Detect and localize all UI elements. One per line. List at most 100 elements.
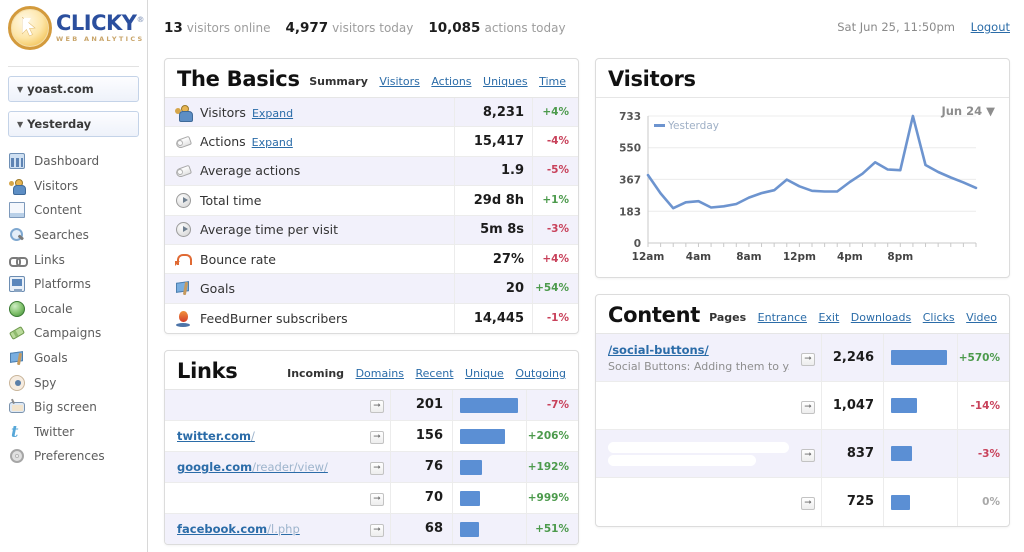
link-url[interactable]: facebook.com/l.php: [177, 522, 300, 536]
list-item[interactable]: ➞ 1,047 -14%: [596, 382, 1009, 430]
sidebar-item-spy[interactable]: Spy: [0, 370, 147, 395]
links-panel-header: Links Incoming Domains Recent Unique Out…: [165, 351, 578, 390]
link-url[interactable]: google.com/reader/view/: [177, 460, 328, 474]
list-item[interactable]: ➞ 70 +999%: [165, 483, 578, 514]
expand-link[interactable]: Expand: [252, 107, 293, 120]
arrow-right-icon[interactable]: ➞: [370, 493, 384, 506]
logo[interactable]: CLICKY® WEB ANALYTICS: [0, 0, 147, 62]
table-row[interactable]: Average time per visit 5m 8s -3%: [165, 216, 578, 245]
sidebar-item-big-screen[interactable]: Big screen: [0, 395, 147, 420]
open-link-button[interactable]: ➞: [795, 398, 821, 414]
open-link-button[interactable]: ➞: [364, 521, 390, 537]
table-row[interactable]: Total time 29d 8h +1%: [165, 186, 578, 215]
open-link-button[interactable]: ➞: [795, 494, 821, 510]
content-change: -14%: [957, 382, 1009, 429]
table-row[interactable]: ActionsExpand 15,417 -4%: [165, 127, 578, 156]
chart-date-selector[interactable]: Jun 24 ▼: [941, 104, 995, 118]
tab-exit[interactable]: Exit: [818, 311, 839, 324]
list-item[interactable]: /social-buttons/ Social Buttons: Adding …: [596, 334, 1009, 382]
eye-icon: [9, 375, 25, 391]
table-row[interactable]: VisitorsExpand 8,231 +4%: [165, 98, 578, 127]
table-row[interactable]: FeedBurner subscribers 14,445 -1%: [165, 304, 578, 333]
cursor-arrow-icon: [22, 17, 42, 41]
row-label: Total time: [200, 193, 454, 208]
list-item[interactable]: facebook.com/l.php ➞ 68 +51%: [165, 514, 578, 544]
sidebar-item-locale[interactable]: Locale: [0, 297, 147, 322]
sidebar-item-searches[interactable]: Searches: [0, 223, 147, 248]
arrow-right-icon[interactable]: ➞: [370, 400, 384, 413]
open-link-button[interactable]: ➞: [795, 350, 821, 366]
tab-entrance[interactable]: Entrance: [758, 311, 807, 324]
sidebar-item-label: Visitors: [34, 180, 78, 192]
expand-link[interactable]: Expand: [252, 136, 293, 149]
visitors-panel-header: Visitors: [596, 59, 1009, 98]
stat-label: visitors today: [332, 21, 413, 35]
row-label: Bounce rate: [200, 252, 454, 267]
tab-pages[interactable]: Pages: [709, 311, 746, 324]
content-value: 1,047: [821, 382, 883, 429]
sidebar-item-dashboard[interactable]: Dashboard: [0, 149, 147, 174]
arrow-right-icon[interactable]: ➞: [801, 401, 815, 414]
list-item[interactable]: ➞ 201 -7%: [165, 390, 578, 421]
page-title: The Basics: [177, 69, 300, 90]
open-link-button[interactable]: ➞: [364, 397, 390, 413]
list-item[interactable]: ➞ 837 -3%: [596, 430, 1009, 478]
open-link-button[interactable]: ➞: [364, 428, 390, 444]
arrow-right-icon[interactable]: ➞: [370, 524, 384, 537]
link-url[interactable]: twitter.com/: [177, 429, 255, 443]
open-link-button[interactable]: ➞: [364, 459, 390, 475]
open-link-button[interactable]: ➞: [795, 446, 821, 462]
site-selector-label: yoast.com: [27, 82, 94, 96]
sidebar-item-label: Links: [34, 254, 65, 266]
tab-summary[interactable]: Summary: [309, 75, 368, 88]
tab-domains[interactable]: Domains: [356, 367, 404, 380]
arrow-right-icon[interactable]: ➞: [801, 497, 815, 510]
tab-visitors[interactable]: Visitors: [379, 75, 419, 88]
list-item[interactable]: ➞ 725 0%: [596, 478, 1009, 526]
content-icon: [9, 202, 25, 218]
sidebar-item-links[interactable]: Links: [0, 247, 147, 272]
sidebar-item-label: Searches: [34, 229, 89, 241]
content-label: [596, 497, 795, 507]
globe-icon: [9, 301, 25, 317]
tab-video[interactable]: Video: [966, 311, 997, 324]
tab-outgoing[interactable]: Outgoing: [515, 367, 566, 380]
search-icon: [9, 227, 25, 243]
tab-time[interactable]: Time: [539, 75, 566, 88]
tab-uniques[interactable]: Uniques: [483, 75, 528, 88]
sidebar-item-campaigns[interactable]: Campaigns: [0, 321, 147, 346]
sidebar-item-label: Preferences: [34, 450, 105, 462]
sidebar-item-visitors[interactable]: Visitors: [0, 174, 147, 199]
sidebar-item-goals[interactable]: Goals: [0, 346, 147, 371]
list-item[interactable]: google.com/reader/view/ ➞ 76 +192%: [165, 452, 578, 483]
arrow-right-icon[interactable]: ➞: [370, 431, 384, 444]
summary-stats: 13visitors online 4,977visitors today 10…: [164, 20, 581, 36]
logout-link[interactable]: Logout: [971, 20, 1010, 34]
arrow-right-icon[interactable]: ➞: [370, 462, 384, 475]
table-row[interactable]: Goals 20 +54%: [165, 274, 578, 303]
open-link-button[interactable]: ➞: [364, 490, 390, 506]
table-row[interactable]: Bounce rate 27% +4%: [165, 245, 578, 274]
row-label: Average actions: [200, 163, 454, 178]
sidebar-item-preferences[interactable]: Preferences: [0, 444, 147, 469]
tab-incoming[interactable]: Incoming: [287, 367, 344, 380]
sidebar-item-content[interactable]: Content: [0, 198, 147, 223]
value-bar: [883, 430, 957, 477]
tab-actions[interactable]: Actions: [431, 75, 471, 88]
sidebar-item-platforms[interactable]: Platforms: [0, 272, 147, 297]
tab-clicks[interactable]: Clicks: [923, 311, 955, 324]
site-selector[interactable]: ▼yoast.com: [8, 76, 139, 102]
date-selector[interactable]: ▼Yesterday: [8, 111, 139, 137]
tab-unique[interactable]: Unique: [465, 367, 504, 380]
arrow-right-icon[interactable]: ➞: [801, 353, 815, 366]
sidebar-item-twitter[interactable]: Twitter: [0, 420, 147, 445]
arrow-right-icon[interactable]: ➞: [801, 449, 815, 462]
table-row[interactable]: Average actions 1.9 -5%: [165, 157, 578, 186]
tab-downloads[interactable]: Downloads: [851, 311, 911, 324]
value-bar: [883, 334, 957, 381]
svg-text:550: 550: [619, 143, 641, 155]
list-item[interactable]: twitter.com/ ➞ 156 +206%: [165, 421, 578, 452]
tab-recent[interactable]: Recent: [415, 367, 453, 380]
tv-icon: [9, 399, 25, 415]
content-url[interactable]: /social-buttons/: [608, 343, 709, 357]
